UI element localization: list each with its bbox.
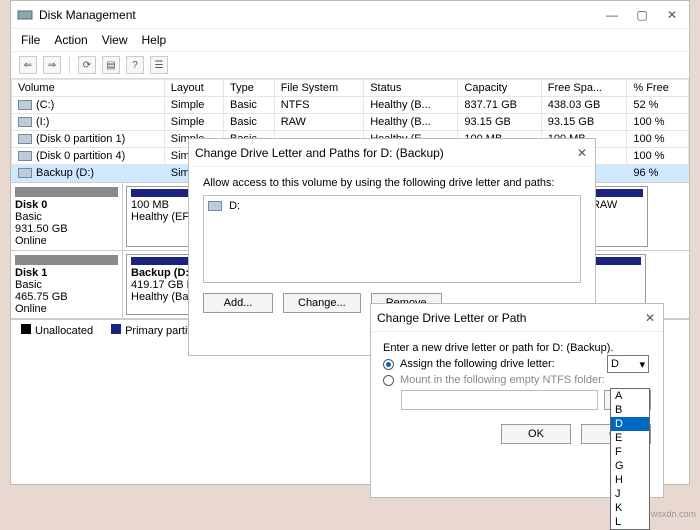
titlebar: Disk Management — ▢ (11, 1, 689, 29)
column-header[interactable]: File System (274, 80, 364, 97)
dialog1-title: Change Drive Letter and Paths for D: (Ba… (195, 146, 575, 160)
column-header[interactable]: Type (224, 80, 275, 97)
letter-option[interactable]: L (611, 515, 649, 529)
menu-view[interactable]: View (102, 33, 128, 47)
mount-folder-radio[interactable] (383, 375, 394, 386)
toolbar-props-icon[interactable]: ▤ (102, 56, 120, 74)
drive-icon (208, 201, 222, 211)
column-header[interactable]: Free Spa... (541, 80, 627, 97)
dialog1-instruction: Allow access to this volume by using the… (203, 177, 581, 189)
letter-option[interactable]: A (611, 389, 649, 403)
dialog1-close-button[interactable] (575, 146, 589, 160)
volume-row[interactable]: (I:)SimpleBasicRAWHealthy (B...93.15 GB9… (12, 114, 689, 131)
menu-file[interactable]: File (21, 33, 40, 47)
legend-unallocated: Unallocated (35, 325, 93, 337)
toolbar-back-icon[interactable]: ⇐ (19, 56, 37, 74)
window-title: Disk Management (39, 8, 605, 22)
column-header[interactable]: Volume (12, 80, 165, 97)
paths-listbox[interactable]: D: (203, 195, 581, 283)
assign-letter-label: Assign the following drive letter: (400, 358, 555, 370)
letter-option[interactable]: J (611, 487, 649, 501)
menubar: File Action View Help (11, 29, 689, 52)
menu-action[interactable]: Action (54, 33, 87, 47)
toolbar: ⇐ ⇒ ⟳ ▤ ? ☰ (11, 52, 689, 79)
column-header[interactable]: % Free (627, 80, 689, 97)
close-button[interactable] (665, 8, 679, 22)
letter-option[interactable]: F (611, 445, 649, 459)
path-entry[interactable]: D: (229, 200, 240, 212)
toolbar-list-icon[interactable]: ☰ (150, 56, 168, 74)
volume-row[interactable]: (C:)SimpleBasicNTFSHealthy (B...837.71 G… (12, 97, 689, 114)
disk-label[interactable]: Disk 1Basic465.75 GBOnline (11, 251, 123, 318)
mount-folder-label: Mount in the following empty NTFS folder… (400, 374, 605, 386)
toolbar-help-icon[interactable]: ? (126, 56, 144, 74)
drive-letter-combo[interactable]: D ▾ (607, 355, 649, 373)
ok-button[interactable]: OK (501, 424, 571, 444)
drive-letter-dropdown[interactable]: ABDEFGHJKL (610, 388, 650, 530)
toolbar-fwd-icon[interactable]: ⇒ (43, 56, 61, 74)
mount-path-input[interactable] (401, 390, 598, 410)
letter-option[interactable]: B (611, 403, 649, 417)
letter-option[interactable]: E (611, 431, 649, 445)
dialog2-title: Change Drive Letter or Path (377, 311, 643, 325)
dialog2-close-button[interactable] (643, 311, 657, 325)
letter-option[interactable]: D (611, 417, 649, 431)
change-button[interactable]: Change... (283, 293, 361, 313)
source-watermark: wsxdn.com (651, 509, 696, 519)
column-header[interactable]: Status (364, 80, 458, 97)
column-header[interactable]: Capacity (458, 80, 541, 97)
app-icon (17, 7, 33, 23)
maximize-button[interactable]: ▢ (635, 8, 649, 22)
chevron-down-icon: ▾ (639, 358, 645, 371)
toolbar-refresh-icon[interactable]: ⟳ (78, 56, 96, 74)
add-button[interactable]: Add... (203, 293, 273, 313)
dialog2-instruction: Enter a new drive letter or path for D: … (383, 342, 651, 354)
column-header[interactable]: Layout (164, 80, 223, 97)
letter-option[interactable]: G (611, 459, 649, 473)
disk-label[interactable]: Disk 0Basic931.50 GBOnline (11, 183, 123, 250)
minimize-button[interactable]: — (605, 8, 619, 22)
letter-option[interactable]: H (611, 473, 649, 487)
menu-help[interactable]: Help (142, 33, 167, 47)
assign-letter-radio[interactable] (383, 359, 394, 370)
letter-option[interactable]: K (611, 501, 649, 515)
